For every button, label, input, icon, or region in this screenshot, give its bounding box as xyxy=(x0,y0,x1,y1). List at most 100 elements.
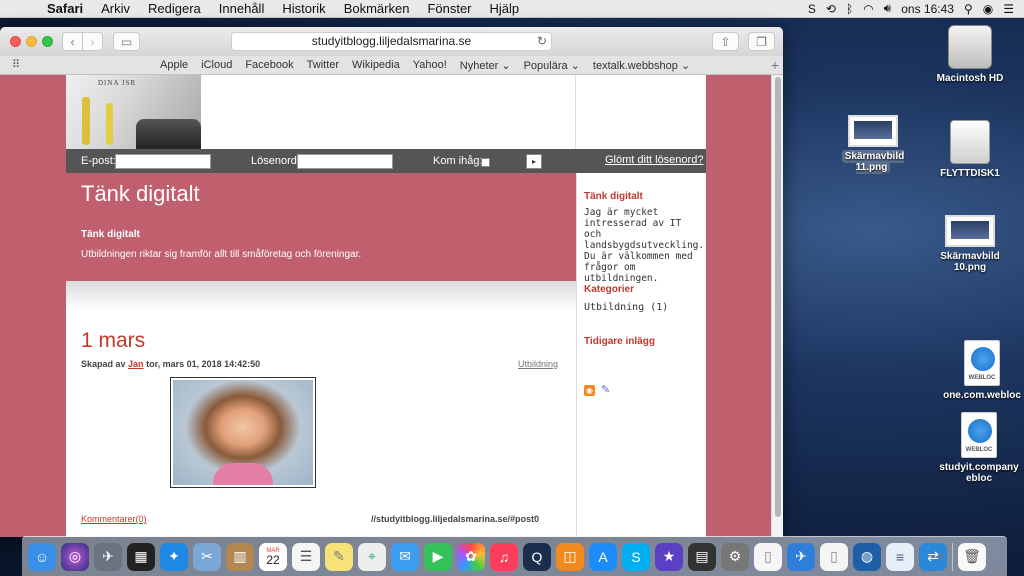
close-window-button[interactable] xyxy=(10,36,21,47)
tabs-icon: ❐ xyxy=(756,34,767,49)
teamviewer-icon[interactable]: ⇄ xyxy=(919,542,947,571)
screenshot-file-icon xyxy=(848,115,898,147)
menu-arkiv[interactable]: Arkiv xyxy=(92,1,139,16)
skype-icon[interactable]: S xyxy=(622,542,650,571)
comments-link[interactable]: Kommentarer(0) xyxy=(81,514,147,524)
fav-wikipedia[interactable]: Wikipedia xyxy=(352,59,400,72)
skype-status-icon[interactable]: S xyxy=(808,2,816,16)
siri-icon[interactable]: ◉ xyxy=(983,2,993,16)
ibooks-icon[interactable]: ◫ xyxy=(556,542,584,571)
blog-page: DINA JSR E-post: Lösenord: Kom ihåg: ▸ G… xyxy=(66,75,706,537)
tab-overview-button[interactable]: ❐ xyxy=(748,32,775,51)
screenshot-file-icon xyxy=(945,215,995,247)
system-preferences-icon[interactable]: ⚙ xyxy=(721,542,749,571)
reminders-icon[interactable]: ☰ xyxy=(292,542,320,571)
fav-icloud[interactable]: iCloud xyxy=(201,59,232,72)
safari-icon[interactable]: ✦ xyxy=(160,542,188,571)
safari-compass-icon xyxy=(971,347,995,371)
vertical-scrollbar[interactable] xyxy=(771,75,783,537)
photos-icon[interactable]: ✿ xyxy=(457,542,485,571)
address-bar[interactable]: studyitblogg.liljedalsmarina.se ↻ xyxy=(231,32,552,51)
remember-checkbox[interactable] xyxy=(481,158,490,167)
desktop-icon-skarmavbild-11[interactable]: Skärmavbild 11.png xyxy=(828,115,918,174)
rss-feed-icon[interactable]: ◉ xyxy=(584,385,595,396)
forward-button[interactable]: › xyxy=(82,32,103,51)
sidebar-toggle-button[interactable]: ▭ xyxy=(113,32,140,51)
messages-icon[interactable]: ✉ xyxy=(391,542,419,571)
fav-nyheter[interactable]: Nyheter ⌄ xyxy=(460,59,511,72)
text-file-icon[interactable]: ≡ xyxy=(886,542,914,571)
share-button[interactable]: ⇧ xyxy=(712,32,739,51)
trash-icon[interactable]: 🗑︎ xyxy=(958,542,986,571)
desktop-icon-flyttdisk1[interactable]: FLYTTDISK1 xyxy=(925,120,1015,179)
runway-model-shape xyxy=(106,103,113,145)
bluetooth-icon[interactable]: ᛒ xyxy=(846,2,853,16)
time-machine-icon[interactable]: ⟲ xyxy=(826,2,836,16)
menu-historik[interactable]: Historik xyxy=(273,1,334,16)
mail-icon[interactable]: ✈ xyxy=(787,542,815,571)
siri-icon[interactable]: ◎ xyxy=(61,542,89,571)
atom-feed-icon[interactable]: ✎ xyxy=(601,383,610,396)
usb-drive-icon xyxy=(950,120,990,164)
sidebar-category-link[interactable]: Utbildning (1) xyxy=(584,302,668,313)
fav-facebook[interactable]: Facebook xyxy=(245,59,293,72)
post-title[interactable]: 1 mars xyxy=(81,329,145,353)
back-button[interactable]: ‹ xyxy=(62,32,83,51)
post-category-link[interactable]: Utbildning xyxy=(518,359,558,369)
password-field[interactable] xyxy=(297,154,393,169)
menu-bokmarken[interactable]: Bokmärken xyxy=(335,1,419,16)
desktop-icon-one-com-webloc[interactable]: WEBLOC one.com.webloc xyxy=(937,340,1024,401)
notes-icon[interactable]: ✎ xyxy=(325,542,353,571)
post-author-link[interactable]: Jan xyxy=(128,359,144,369)
network-utility-icon[interactable]: ◍ xyxy=(853,542,881,571)
desktop-icon-skarmavbild-10[interactable]: Skärmavbild 10.png xyxy=(925,215,1015,273)
safari-compass-icon xyxy=(968,419,992,443)
reload-icon[interactable]: ↻ xyxy=(537,33,547,50)
fullscreen-window-button[interactable] xyxy=(42,36,53,47)
dock-separator xyxy=(952,542,953,571)
app-store-icon[interactable]: A xyxy=(589,542,617,571)
itunes-icon[interactable]: ♫ xyxy=(490,542,518,571)
minimize-window-button[interactable] xyxy=(26,36,37,47)
document-icon[interactable]: ▯ xyxy=(754,542,782,571)
column-divider xyxy=(575,75,576,149)
imovie-icon[interactable]: ★ xyxy=(655,542,683,571)
menu-app-name[interactable]: Safari xyxy=(38,1,92,16)
calendar-icon[interactable]: MAR 22 xyxy=(259,542,287,571)
menu-innehall[interactable]: Innehåll xyxy=(210,1,274,16)
menu-clock[interactable]: ons 16:43 xyxy=(901,2,954,16)
menu-hjalp[interactable]: Hjälp xyxy=(481,1,529,16)
share-icon: ⇧ xyxy=(720,34,731,49)
facetime-icon[interactable]: ▶ xyxy=(424,542,452,571)
top-sites-grid-icon[interactable]: ⠿ xyxy=(12,58,20,71)
forgot-password-link[interactable]: Glömt ditt lösenord? xyxy=(605,154,703,166)
spotlight-search-icon[interactable]: ⚲ xyxy=(964,2,973,16)
email-field[interactable] xyxy=(115,154,211,169)
document-icon[interactable]: ▯ xyxy=(820,542,848,571)
fav-twitter[interactable]: Twitter xyxy=(307,59,339,72)
wifi-icon[interactable]: ◠ xyxy=(863,2,873,16)
contacts-icon[interactable]: ▥ xyxy=(226,542,254,571)
fav-populara[interactable]: Populära ⌄ xyxy=(524,59,580,72)
launchpad-icon[interactable]: ✈ xyxy=(94,542,122,571)
add-tab-icon[interactable]: + xyxy=(771,57,779,73)
scrollbar-thumb[interactable] xyxy=(775,77,781,517)
fav-textalk[interactable]: textalk.webbshop ⌄ xyxy=(593,59,690,72)
finder-icon[interactable]: ☺ xyxy=(28,542,56,571)
fav-apple[interactable]: Apple xyxy=(160,59,188,72)
maps-icon[interactable]: ⌖ xyxy=(358,542,386,571)
mission-control-icon[interactable]: ▦ xyxy=(127,542,155,571)
desktop-icon-macintosh-hd[interactable]: Macintosh HD xyxy=(925,25,1015,84)
menu-redigera[interactable]: Redigera xyxy=(139,1,210,16)
desktop-icon-studyit-webloc[interactable]: WEBLOC studyit.company eblоc xyxy=(934,412,1024,484)
login-submit-button[interactable]: ▸ xyxy=(526,154,542,169)
fav-yahoo[interactable]: Yahoo! xyxy=(413,59,447,72)
quicktime-icon[interactable]: Q xyxy=(523,542,551,571)
video-editor-icon[interactable]: ▤ xyxy=(688,542,716,571)
volume-icon[interactable]: 🔊︎ xyxy=(884,1,892,16)
web-viewport: DINA JSR E-post: Lösenord: Kom ihåg: ▸ G… xyxy=(0,75,771,537)
notification-center-icon[interactable]: ☰ xyxy=(1003,2,1014,16)
desktop-icon-label: one.com.webloc xyxy=(943,390,1021,401)
preview-icon[interactable]: ✂ xyxy=(193,542,221,571)
menu-fonster[interactable]: Fönster xyxy=(418,1,480,16)
